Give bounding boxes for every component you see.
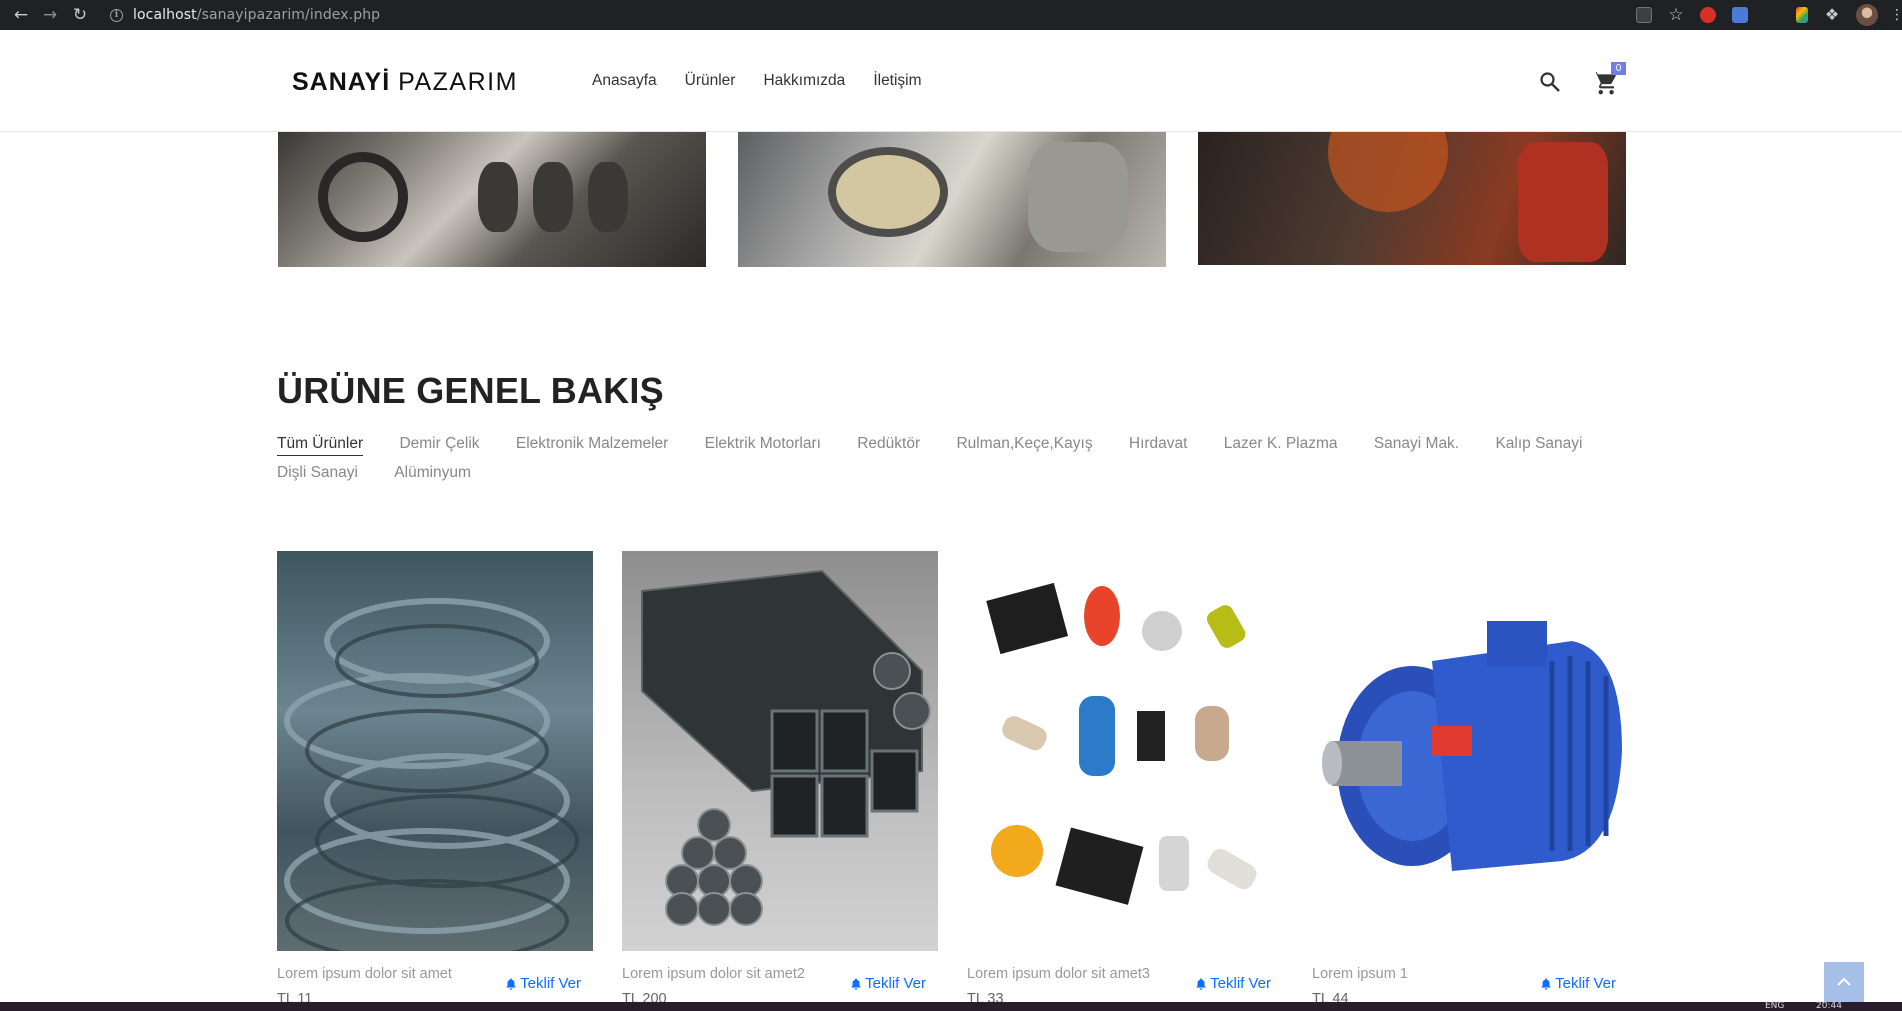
site-logo[interactable]: SANAYİ PAZARIM (292, 68, 518, 97)
offer-button[interactable]: Teklif Ver (1194, 975, 1271, 992)
rebar-illustration (284, 598, 579, 951)
product-name[interactable]: Lorem ipsum dolor sit amet (277, 966, 452, 982)
profile-avatar[interactable] (1856, 4, 1878, 26)
offer-button[interactable]: Teklif Ver (1539, 975, 1616, 992)
extension-area: ☆ ❖ ⋮ (1620, 0, 1902, 30)
logo-light-text: PAZARIM (398, 68, 518, 96)
scroll-top-button[interactable] (1824, 962, 1864, 1002)
product-image-steel-profiles[interactable] (622, 551, 938, 951)
offer-button-label: Teklif Ver (520, 975, 581, 992)
product-name[interactable]: Lorem ipsum dolor sit amet3 (967, 966, 1150, 982)
back-arrow-icon[interactable]: ← (9, 3, 33, 27)
banner-gear-shape (318, 152, 408, 242)
filter-row-2: Dişli Sanayi Alüminyum (277, 464, 1637, 482)
nav-link-products[interactable]: Ürünler (685, 72, 736, 90)
url-path: /sanayipazarim/index.php (196, 7, 381, 23)
taskbar-language[interactable]: ENG (1765, 1002, 1784, 1011)
filter-hardware[interactable]: Hırdavat (1129, 435, 1188, 453)
cart-count-badge: 0 (1611, 62, 1626, 75)
product-image-motor[interactable] (1312, 551, 1628, 951)
category-banner-welding[interactable] (1198, 132, 1626, 265)
translate-icon[interactable] (1636, 7, 1652, 23)
filter-iron-steel[interactable]: Demir Çelik (399, 435, 479, 453)
motor-illustration (1322, 621, 1622, 871)
offer-button-label: Teklif Ver (1555, 975, 1616, 992)
product-name[interactable]: Lorem ipsum 1 (1312, 966, 1408, 982)
filter-electronics[interactable]: Elektronik Malzemeler (516, 435, 668, 453)
extension-red-icon[interactable] (1700, 7, 1716, 23)
filter-row: Tüm Ürünler Demir Çelik Elektronik Malze… (277, 435, 1637, 456)
bell-icon (506, 977, 516, 990)
electronics-illustration (986, 582, 1257, 905)
bookmark-star-icon[interactable]: ☆ (1668, 7, 1684, 24)
extensions-puzzle-icon[interactable]: ❖ (1824, 7, 1840, 23)
google-translate-icon[interactable] (1732, 7, 1748, 23)
bell-icon (1196, 977, 1206, 990)
taskbar-clock[interactable]: 20:44 (1816, 1002, 1842, 1011)
bell-icon (851, 977, 861, 990)
banner-piston-shape (588, 162, 628, 232)
extension-color-icon[interactable] (1796, 7, 1808, 23)
filter-reducers[interactable]: Redüktör (857, 435, 920, 453)
forward-arrow-icon[interactable]: → (38, 3, 62, 27)
nav-link-contact[interactable]: İletişim (873, 72, 921, 90)
browser-toolbar: ← → ↻ i localhost/sanayipazarim/index.ph… (0, 0, 1902, 30)
offer-button[interactable]: Teklif Ver (849, 975, 926, 992)
product-card: Lorem ipsum 1 TL 44 Teklif Ver (1312, 551, 1628, 1007)
category-banner-tools[interactable] (738, 132, 1166, 267)
product-card: Lorem ipsum dolor sit amet2 TL 200 Tekli… (622, 551, 938, 1007)
browser-menu-icon[interactable]: ⋮ (1890, 7, 1902, 23)
product-card: Lorem ipsum dolor sit amet TL 11 Teklif … (277, 551, 593, 1007)
category-banner-engine[interactable] (278, 132, 706, 267)
filter-aluminium[interactable]: Alüminyum (394, 464, 471, 482)
search-icon[interactable] (1538, 70, 1562, 94)
main-nav: Anasayfa Ürünler Hakkımızda İletişim (592, 72, 950, 90)
product-name[interactable]: Lorem ipsum dolor sit amet2 (622, 966, 805, 982)
extension-dark-icon[interactable] (1764, 7, 1780, 23)
os-taskbar: ENG 20:44 (0, 1002, 1902, 1011)
url-host: localhost (133, 7, 197, 23)
filter-laser-plasma[interactable]: Lazer K. Plazma (1224, 435, 1338, 453)
filter-electric-motors[interactable]: Elektrik Motorları (705, 435, 821, 453)
chevron-up-icon (1837, 977, 1851, 986)
banner-worker-shape (1518, 142, 1608, 262)
steel-profiles-illustration (641, 569, 931, 926)
site-header: SANAYİ PAZARIM Anasayfa Ürünler Hakkımız… (0, 30, 1902, 132)
product-card: Lorem ipsum dolor sit amet3 TL 33 Teklif… (967, 551, 1283, 1007)
offer-button-label: Teklif Ver (1210, 975, 1271, 992)
offer-button[interactable]: Teklif Ver (504, 975, 581, 992)
site-info-icon[interactable]: i (110, 8, 123, 22)
reload-icon[interactable]: ↻ (68, 3, 92, 27)
banner-glow-shape (1328, 132, 1448, 212)
banner-piston-shape (533, 162, 573, 232)
bell-icon (1541, 977, 1551, 990)
address-bar[interactable]: localhost/sanayipazarim/index.php (133, 7, 380, 23)
filter-bearings[interactable]: Rulman,Keçe,Kayış (956, 435, 1092, 453)
logo-bold-text: SANAYİ (292, 68, 391, 96)
banner-chuck-shape (1028, 142, 1128, 252)
filter-mold-industry[interactable]: Kalıp Sanayi (1495, 435, 1582, 453)
banner-piston-shape (478, 162, 518, 232)
product-image-electronics[interactable] (967, 551, 1283, 951)
filter-all-products[interactable]: Tüm Ürünler (277, 435, 364, 456)
product-image-rebar[interactable] (277, 551, 593, 951)
filter-industrial-machines[interactable]: Sanayi Mak. (1374, 435, 1459, 453)
offer-button-label: Teklif Ver (865, 975, 926, 992)
filter-gears[interactable]: Dişli Sanayi (277, 464, 358, 482)
banner-cutter-shape (828, 147, 948, 237)
nav-link-home[interactable]: Anasayfa (592, 72, 657, 90)
section-title: ÜRÜNE GENEL BAKIŞ (277, 370, 664, 411)
nav-link-about[interactable]: Hakkımızda (763, 72, 845, 90)
